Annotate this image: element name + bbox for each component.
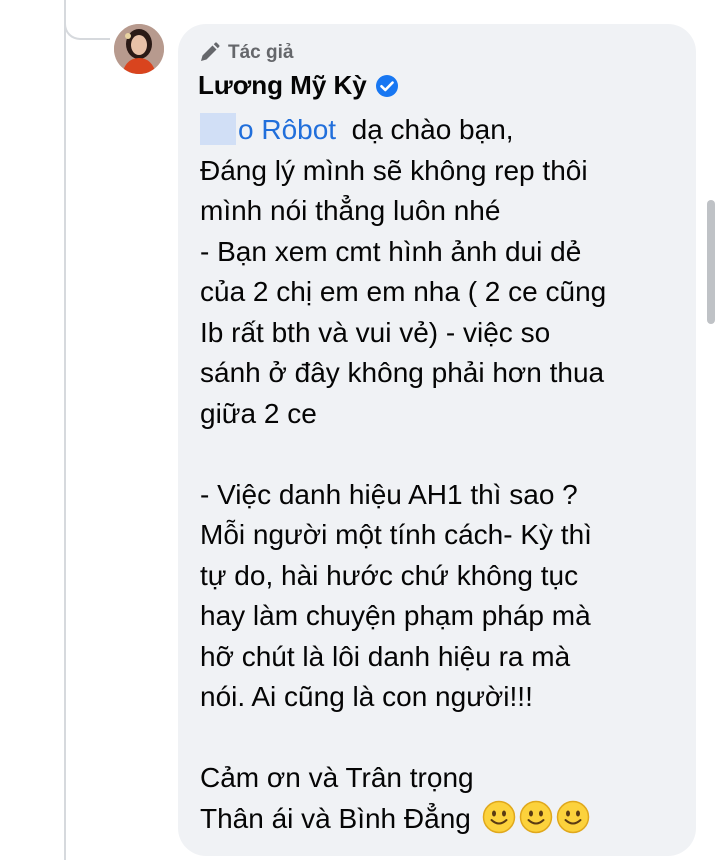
- last-line-text: Thân ái và Bình Đẳng: [200, 802, 471, 834]
- comment-line: nói. Ai cũng là con người!!!: [200, 681, 533, 712]
- comment-line: Cảm ơn và Trân trọng: [200, 762, 474, 793]
- comment-last-line: Thân ái và Bình Đẳng: [200, 799, 680, 840]
- comment-line: giữa 2 ce: [200, 397, 317, 429]
- avatar[interactable]: [114, 24, 164, 74]
- mention-link[interactable]: o Rôbot: [200, 110, 336, 151]
- comment-line: - Việc danh hiệu AH1 thì sao ?: [200, 478, 578, 510]
- smiling-face-emoji-icon: [556, 800, 589, 833]
- comment-line: hỡ chút là lôi danh hiệu ra mà: [200, 640, 571, 672]
- author-badge: Tác giả: [198, 42, 293, 64]
- comment-line: sánh ở đây không phải hơn thua: [200, 357, 605, 388]
- comment-text: o Rôbot dạ chào bạn, Đáng lý mình sẽ khô…: [200, 110, 680, 839]
- comment-line: [200, 718, 680, 759]
- author-name[interactable]: Lương Mỹ Kỳ: [198, 70, 367, 101]
- comment-line: tự do, hài hước chứ không tục: [200, 559, 579, 591]
- smiling-face-emoji-icon: [482, 800, 515, 833]
- thread-connector-vertical: [64, 0, 66, 860]
- author-name-row: Lương Mỹ Kỳ: [198, 70, 399, 101]
- thread-connector-branch: [64, 0, 110, 40]
- comment-line: Đáng lý mình sẽ không rep thôi: [200, 154, 588, 186]
- comment-line: Ib rất bth và vui vẻ) - việc so: [200, 316, 551, 348]
- first-line-text: dạ chào bạn,: [336, 114, 514, 145]
- comment-line: mình nói thẳng luôn nhé: [200, 195, 501, 226]
- comment-line: [200, 434, 680, 475]
- comment-line: Mỗi người một tính cách- Kỳ thì: [200, 519, 592, 550]
- comment-line: của 2 chị em em nha ( 2 ce cũng: [200, 276, 607, 307]
- comment-line: hay làm chuyện phạm pháp mà: [200, 600, 591, 631]
- pencil-icon: [201, 42, 220, 61]
- author-badge-label: Tác giả: [228, 42, 294, 63]
- smiling-face-emoji-icon: [519, 800, 552, 833]
- verified-badge-icon: [375, 74, 398, 97]
- comment-line: - Bạn xem cmt hình ảnh dui dẻ: [200, 235, 582, 267]
- comment-first-line: o Rôbot dạ chào bạn,: [200, 110, 680, 151]
- mention-text[interactable]: o Rôbot: [238, 114, 336, 145]
- scrollbar-thumb[interactable]: [707, 200, 715, 324]
- mention-redaction: [200, 113, 236, 145]
